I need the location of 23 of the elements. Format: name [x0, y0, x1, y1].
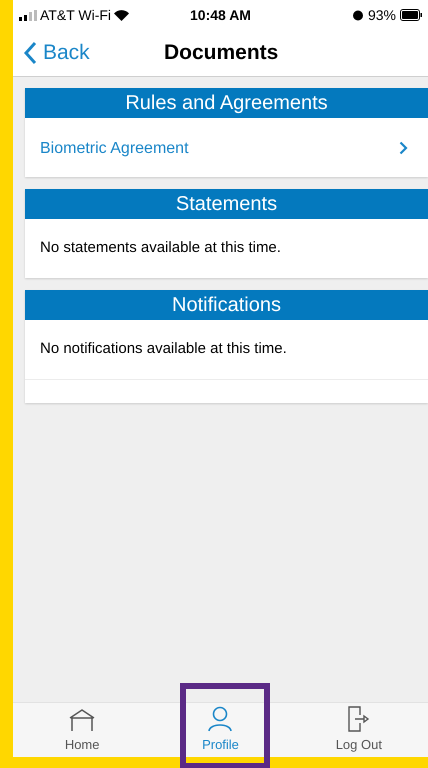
chevron-left-icon: [23, 41, 37, 65]
person-icon: [207, 706, 234, 732]
tab-item[interactable]: Home: [13, 703, 152, 757]
tab-item[interactable]: Log Out: [290, 703, 428, 757]
tab-item[interactable]: Profile: [151, 703, 290, 757]
section-header: Statements: [25, 189, 428, 219]
signal-icon: [19, 10, 37, 20]
empty-message: No notifications available at this time.: [40, 339, 287, 360]
back-button[interactable]: Back: [13, 37, 90, 69]
house-icon: [68, 708, 96, 732]
document-link[interactable]: Biometric Agreement: [25, 118, 428, 177]
section-header: Rules and Agreements: [25, 88, 428, 118]
section-header: Notifications: [25, 290, 428, 320]
wifi-icon: [114, 10, 130, 20]
empty-message: No statements available at this time.: [40, 238, 281, 258]
battery-icon: [400, 9, 422, 21]
page-title: Documents: [164, 40, 278, 66]
logout-icon: [348, 706, 370, 732]
alarm-icon: [352, 9, 364, 21]
clock-text: 10:48 AM: [190, 6, 251, 24]
chevron-right-icon: [399, 141, 408, 155]
carrier-text: AT&T Wi-Fi: [40, 6, 112, 24]
battery-text: 93%: [368, 6, 396, 24]
